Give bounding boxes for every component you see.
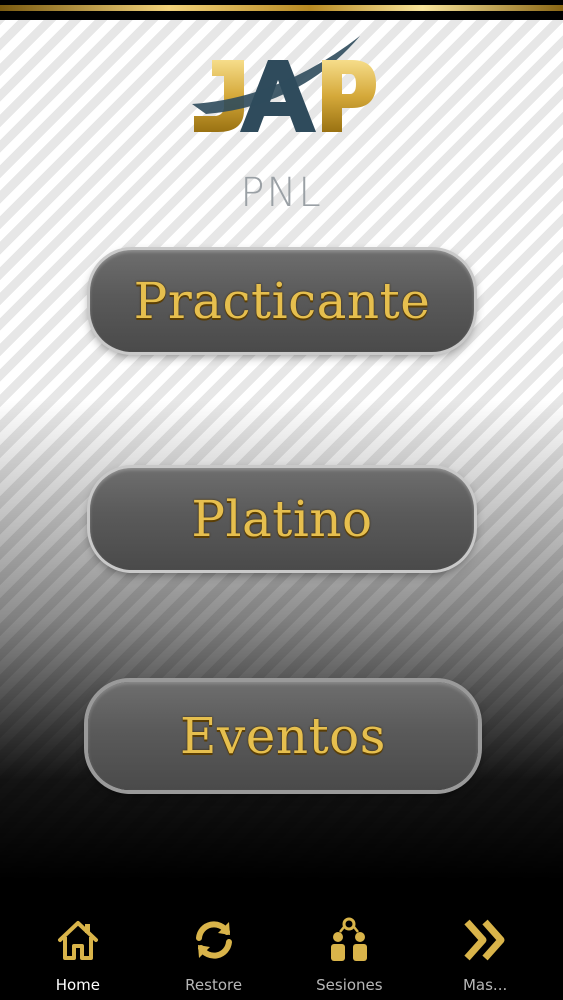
top-gold-bar (0, 0, 563, 20)
app-screen: PNL Practicante Platino Eventos Home Res… (0, 0, 563, 1000)
home-icon (50, 910, 106, 970)
eventos-label: Eventos (180, 707, 386, 765)
nav-label-sesiones: Sesiones (316, 976, 383, 994)
platino-button[interactable]: Platino (90, 468, 474, 570)
nav-label-home: Home (55, 976, 101, 994)
nav-label-restore: Restore (185, 976, 243, 994)
logo-subtitle: PNL (240, 170, 323, 216)
practicante-label: Practicante (133, 272, 431, 330)
practicante-button[interactable]: Practicante (90, 250, 474, 352)
logo-mark-icon (192, 36, 376, 132)
platino-label: Platino (191, 490, 373, 548)
bottom-navigation: Home Restore Sesiones Mas... (0, 910, 563, 1000)
nav-item-sesiones[interactable]: Sesiones (289, 910, 409, 994)
refresh-icon (186, 910, 242, 970)
eventos-button[interactable]: Eventos (88, 682, 478, 790)
sessions-icon (321, 910, 377, 970)
nav-item-mas[interactable]: Mas... (425, 910, 545, 994)
double-chevron-right-icon (457, 910, 513, 970)
nav-label-mas: Mas... (462, 976, 508, 994)
nav-item-home[interactable]: Home (18, 910, 138, 994)
jap-pnl-logo: PNL (0, 28, 563, 216)
nav-item-restore[interactable]: Restore (154, 910, 274, 994)
